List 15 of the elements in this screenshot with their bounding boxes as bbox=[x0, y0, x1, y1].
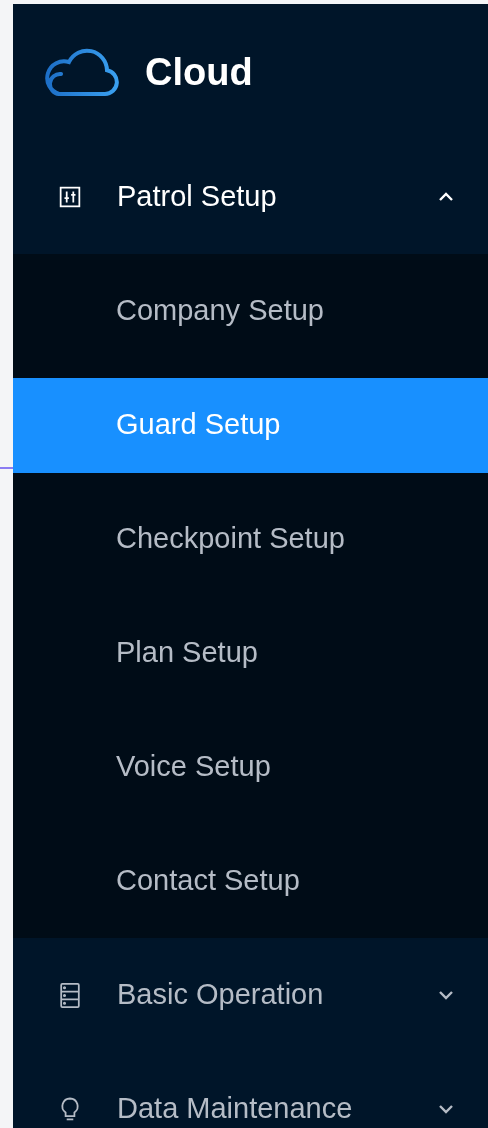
submenu-item[interactable]: Plan Setup bbox=[13, 605, 488, 701]
chevron-up-icon bbox=[438, 192, 454, 202]
menu-item[interactable]: Patrol Setup bbox=[13, 140, 488, 254]
logo-text: Cloud bbox=[145, 49, 253, 95]
menu-item[interactable]: Data Maintenance bbox=[13, 1052, 488, 1128]
menu-item[interactable]: Basic Operation bbox=[13, 938, 488, 1052]
chevron-down-icon bbox=[438, 1104, 454, 1114]
submenu-item[interactable]: Checkpoint Setup bbox=[13, 491, 488, 587]
sliders-icon bbox=[59, 186, 81, 208]
server-icon bbox=[59, 981, 81, 1009]
submenu-item[interactable]: Company Setup bbox=[13, 263, 488, 359]
submenu-item[interactable]: Contact Setup bbox=[13, 833, 488, 929]
chevron-down-icon bbox=[438, 990, 454, 1000]
submenu-item[interactable]: Voice Setup bbox=[13, 719, 488, 815]
bulb-icon bbox=[59, 1095, 81, 1123]
